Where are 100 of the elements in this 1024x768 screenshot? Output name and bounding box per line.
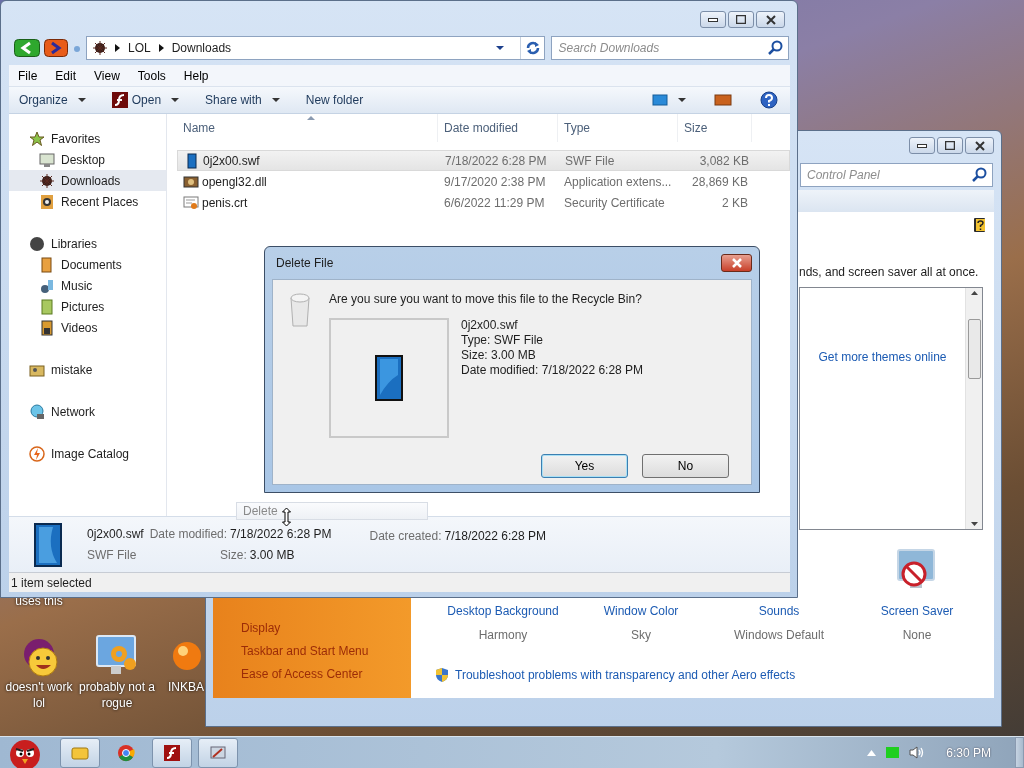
troubleshoot-link[interactable]: Troubleshoot problems with transparency and other Aero effects bbox=[455, 666, 796, 684]
nav-item[interactable]: Music bbox=[9, 275, 166, 296]
disc-icon bbox=[29, 235, 45, 252]
nav-item[interactable]: Favorites bbox=[9, 128, 166, 149]
file-info-line: Date modified: 7/18/2022 6:28 PM bbox=[461, 363, 644, 378]
close-button[interactable] bbox=[721, 254, 752, 272]
scroll-up-icon[interactable] bbox=[970, 291, 978, 295]
menu-item[interactable]: View bbox=[85, 66, 129, 85]
nav-item[interactable]: Pictures bbox=[9, 296, 166, 317]
close-button[interactable] bbox=[965, 137, 994, 154]
setting-value: Harmony bbox=[478, 627, 528, 644]
breadcrumb-item[interactable]: Downloads bbox=[171, 38, 232, 57]
certificate-icon bbox=[183, 194, 199, 211]
column-header[interactable]: Type bbox=[558, 114, 678, 142]
field-label: Date created: bbox=[369, 527, 442, 545]
maximize-button[interactable] bbox=[728, 11, 754, 28]
menu-item[interactable]: File bbox=[9, 66, 47, 85]
search-field[interactable]: Search Downloads bbox=[551, 35, 789, 60]
menu-item[interactable]: Edit bbox=[46, 66, 86, 85]
setting-link[interactable]: Screen Saver bbox=[880, 602, 954, 620]
file-row[interactable]: 0j2x00.swf 7/18/2022 6:28 PM SWF File 3,082 KB bbox=[177, 150, 790, 171]
file-info-line: 0j2x00.swf bbox=[461, 318, 519, 333]
setting-link[interactable]: Sounds bbox=[758, 602, 800, 620]
help-book-icon[interactable] bbox=[972, 216, 988, 234]
field-value: 3.00 MB bbox=[249, 547, 295, 564]
search-field[interactable]: Control Panel bbox=[800, 163, 993, 187]
column-header[interactable]: Date modified bbox=[438, 114, 558, 142]
setting-link[interactable]: Window Color bbox=[603, 602, 679, 620]
globe-icon bbox=[29, 403, 45, 420]
resize-cursor-icon bbox=[282, 508, 291, 526]
setting-value: Sky bbox=[631, 627, 651, 644]
file-row[interactable]: penis.crt 6/6/2022 11:29 PM Security Certificate 2 KB bbox=[177, 192, 790, 213]
toolbar-button[interactable]: Share with bbox=[197, 89, 288, 111]
breadcrumb-item[interactable]: LOL bbox=[128, 38, 151, 57]
lightning-icon bbox=[29, 445, 45, 462]
address-bar[interactable]: LOL Downloads bbox=[86, 35, 546, 60]
menu-item[interactable]: Tools bbox=[128, 66, 175, 85]
shield-icon[interactable] bbox=[435, 667, 449, 683]
file-info-line: Type: SWF File bbox=[461, 333, 544, 348]
ball-icon bbox=[39, 172, 55, 189]
status-text: 1 item selected bbox=[11, 574, 92, 592]
toolbar-button[interactable]: Open bbox=[103, 89, 188, 111]
dialog-button[interactable]: Yes bbox=[541, 454, 628, 478]
column-header[interactable]: Name bbox=[177, 114, 438, 142]
maximize-icon bbox=[736, 15, 746, 24]
nav-item[interactable]: Desktop bbox=[9, 149, 166, 170]
icon-label: probably not a rogue bbox=[78, 680, 156, 712]
setting-value: None bbox=[902, 627, 932, 644]
file-info-line: Size: 3.00 MB bbox=[461, 348, 537, 363]
nav-item[interactable]: Recent Places bbox=[9, 191, 166, 212]
nav-item[interactable]: mistake bbox=[9, 359, 166, 380]
tablet-icon bbox=[184, 152, 200, 169]
sort-arrow-icon[interactable] bbox=[307, 116, 315, 120]
scroll-thumb[interactable] bbox=[967, 318, 981, 379]
description-text: nds, and screen saver all at once. bbox=[799, 264, 980, 281]
close-icon bbox=[765, 14, 776, 25]
tablet-icon bbox=[33, 522, 63, 567]
search-icon[interactable] bbox=[768, 39, 784, 56]
toolbar-button[interactable]: New folder bbox=[297, 89, 372, 111]
caret-icon[interactable] bbox=[678, 98, 686, 102]
menu-item[interactable]: Help bbox=[174, 66, 218, 85]
nav-item[interactable]: Downloads bbox=[9, 170, 166, 191]
close-button[interactable] bbox=[756, 11, 785, 28]
flash-icon bbox=[111, 92, 128, 108]
star-icon bbox=[29, 130, 45, 147]
nav-item[interactable]: Libraries bbox=[9, 233, 166, 254]
dialog-button[interactable]: No bbox=[642, 454, 729, 478]
file-row[interactable]: opengl32.dll 9/17/2020 2:38 PM Application extens... 28,869 KB bbox=[177, 171, 790, 192]
theme-list[interactable]: Get more themes online bbox=[799, 287, 983, 530]
nav-item[interactable]: Network bbox=[9, 401, 166, 422]
ball-icon bbox=[93, 40, 107, 55]
nav-item[interactable]: Documents bbox=[9, 254, 166, 275]
chevron-icon[interactable] bbox=[158, 43, 164, 52]
forward-button-icon[interactable] bbox=[44, 38, 68, 57]
icon-label: INKBA bbox=[168, 680, 204, 696]
scrollbar[interactable] bbox=[965, 288, 982, 529]
minimize-button[interactable] bbox=[909, 137, 935, 154]
maximize-button[interactable] bbox=[937, 137, 963, 154]
chevron-icon[interactable] bbox=[115, 43, 120, 52]
nav-item[interactable]: Videos bbox=[9, 317, 166, 338]
dropdown-icon[interactable] bbox=[496, 45, 505, 50]
themes-link[interactable]: Get more themes online bbox=[818, 348, 947, 529]
setting-link[interactable]: Desktop Background bbox=[447, 602, 559, 620]
picture-icon bbox=[39, 298, 55, 315]
toolbar-button[interactable]: Organize bbox=[11, 89, 94, 111]
nav-item[interactable]: Image Catalog bbox=[9, 443, 166, 464]
column-header[interactable]: Size bbox=[678, 114, 752, 142]
field-label: Size: bbox=[220, 547, 247, 564]
search-icon[interactable] bbox=[972, 167, 988, 183]
help-icon[interactable] bbox=[760, 91, 778, 109]
back-button-icon[interactable] bbox=[14, 38, 40, 57]
document-icon bbox=[39, 256, 55, 273]
monitor-icon bbox=[39, 151, 55, 168]
scroll-down-icon[interactable] bbox=[970, 522, 978, 526]
minimize-icon bbox=[917, 143, 927, 148]
dialog-message: Are you sure you want to move this file to the Recycle Bin? bbox=[329, 291, 643, 308]
refresh-icon bbox=[525, 40, 540, 55]
minimize-button[interactable] bbox=[700, 11, 726, 28]
speaker-icon[interactable] bbox=[909, 746, 925, 759]
taskbar-button[interactable] bbox=[152, 737, 192, 768]
